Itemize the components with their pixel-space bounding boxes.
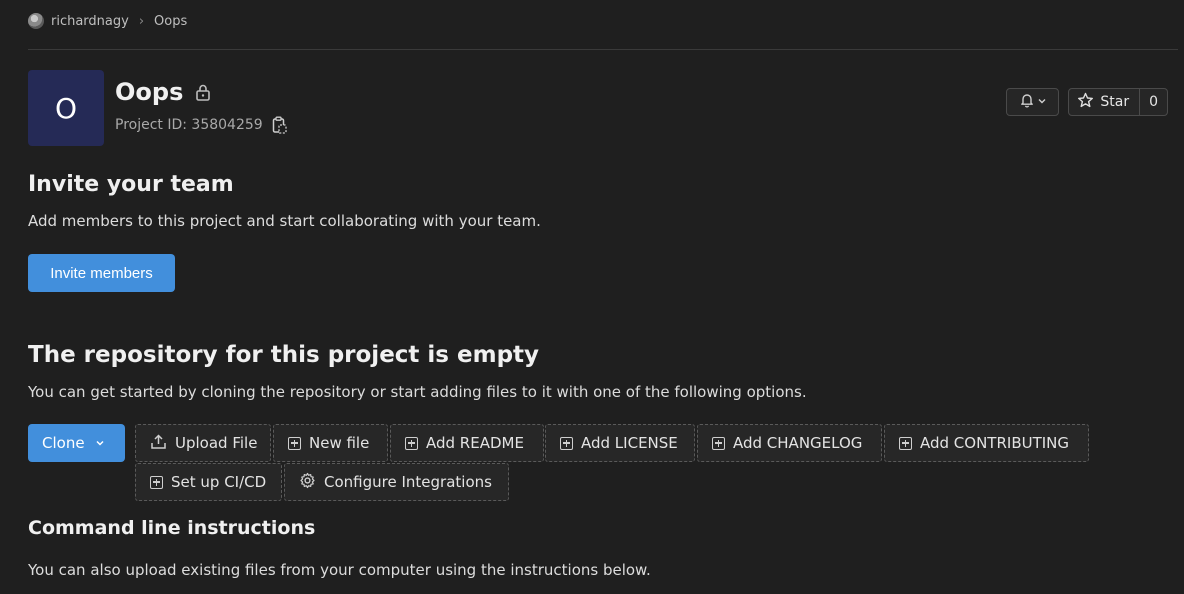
add-contributing-button[interactable]: Add CONTRIBUTING xyxy=(884,424,1089,462)
project-avatar: O xyxy=(28,70,104,146)
invite-title: Invite your team xyxy=(28,172,234,197)
lock-icon xyxy=(195,83,211,101)
action-label: Add LICENSE xyxy=(581,434,678,452)
add-license-button[interactable]: Add LICENSE xyxy=(545,424,695,462)
copy-icon[interactable] xyxy=(272,116,287,134)
star-label: Star xyxy=(1100,94,1130,110)
settings-icon xyxy=(299,472,316,493)
upload-file-button[interactable]: Upload File xyxy=(135,424,271,462)
add-changelog-button[interactable]: Add CHANGELOG xyxy=(697,424,882,462)
chevron-down-icon xyxy=(1037,94,1047,110)
plus-square-icon xyxy=(560,436,573,450)
repository-empty-description: You can get started by cloning the repos… xyxy=(28,383,807,401)
plus-square-icon xyxy=(712,436,725,450)
action-label: Add CONTRIBUTING xyxy=(920,434,1070,452)
action-label: Configure Integrations xyxy=(324,473,492,491)
chevron-down-icon xyxy=(95,434,105,452)
plus-square-icon xyxy=(899,436,912,450)
action-label: New file xyxy=(309,434,370,452)
action-label: Add README xyxy=(426,434,524,452)
breadcrumb: richardnagy › Oops xyxy=(28,11,187,31)
plus-square-icon xyxy=(288,436,301,450)
clone-label: Clone xyxy=(42,434,85,452)
star-icon xyxy=(1077,92,1094,113)
add-readme-button[interactable]: Add README xyxy=(390,424,544,462)
command-line-title: Command line instructions xyxy=(28,517,316,539)
action-label: Upload File xyxy=(175,434,258,452)
star-button[interactable]: Star xyxy=(1068,88,1141,116)
header-divider xyxy=(28,49,1178,50)
command-line-description: You can also upload existing files from … xyxy=(28,561,651,579)
project-page: richardnagy › Oops O Oops Project ID: 35… xyxy=(0,0,1184,594)
plus-square-icon xyxy=(150,475,163,489)
user-avatar-icon[interactable] xyxy=(28,13,44,29)
star-group: Star 0 xyxy=(1068,88,1168,116)
action-label: Set up CI/CD xyxy=(171,473,267,491)
action-label: Add CHANGELOG xyxy=(733,434,863,452)
breadcrumb-separator: › xyxy=(138,13,145,29)
repository-empty-title: The repository for this project is empty xyxy=(28,342,540,368)
notification-button[interactable] xyxy=(1006,88,1060,116)
invite-description: Add members to this project and start co… xyxy=(28,212,541,230)
project-title-row: Oops xyxy=(115,78,211,106)
star-count[interactable]: 0 xyxy=(1140,88,1168,116)
bell-icon xyxy=(1019,92,1035,112)
upload-icon xyxy=(150,433,167,454)
invite-members-button[interactable]: Invite members xyxy=(28,254,175,292)
project-id-label: Project ID: 35804259 xyxy=(115,117,263,133)
clone-button[interactable]: Clone xyxy=(28,424,125,462)
plus-square-icon xyxy=(405,436,418,450)
setup-cicd-button[interactable]: Set up CI/CD xyxy=(135,463,282,501)
project-id-row: Project ID: 35804259 xyxy=(115,116,287,134)
configure-integrations-button[interactable]: Configure Integrations xyxy=(284,463,509,501)
breadcrumb-item-user[interactable]: richardnagy xyxy=(51,14,129,29)
breadcrumb-item-project[interactable]: Oops xyxy=(154,14,187,29)
new-file-button[interactable]: New file xyxy=(273,424,388,462)
project-title: Oops xyxy=(115,78,184,106)
header-actions: Star 0 xyxy=(1006,88,1168,116)
